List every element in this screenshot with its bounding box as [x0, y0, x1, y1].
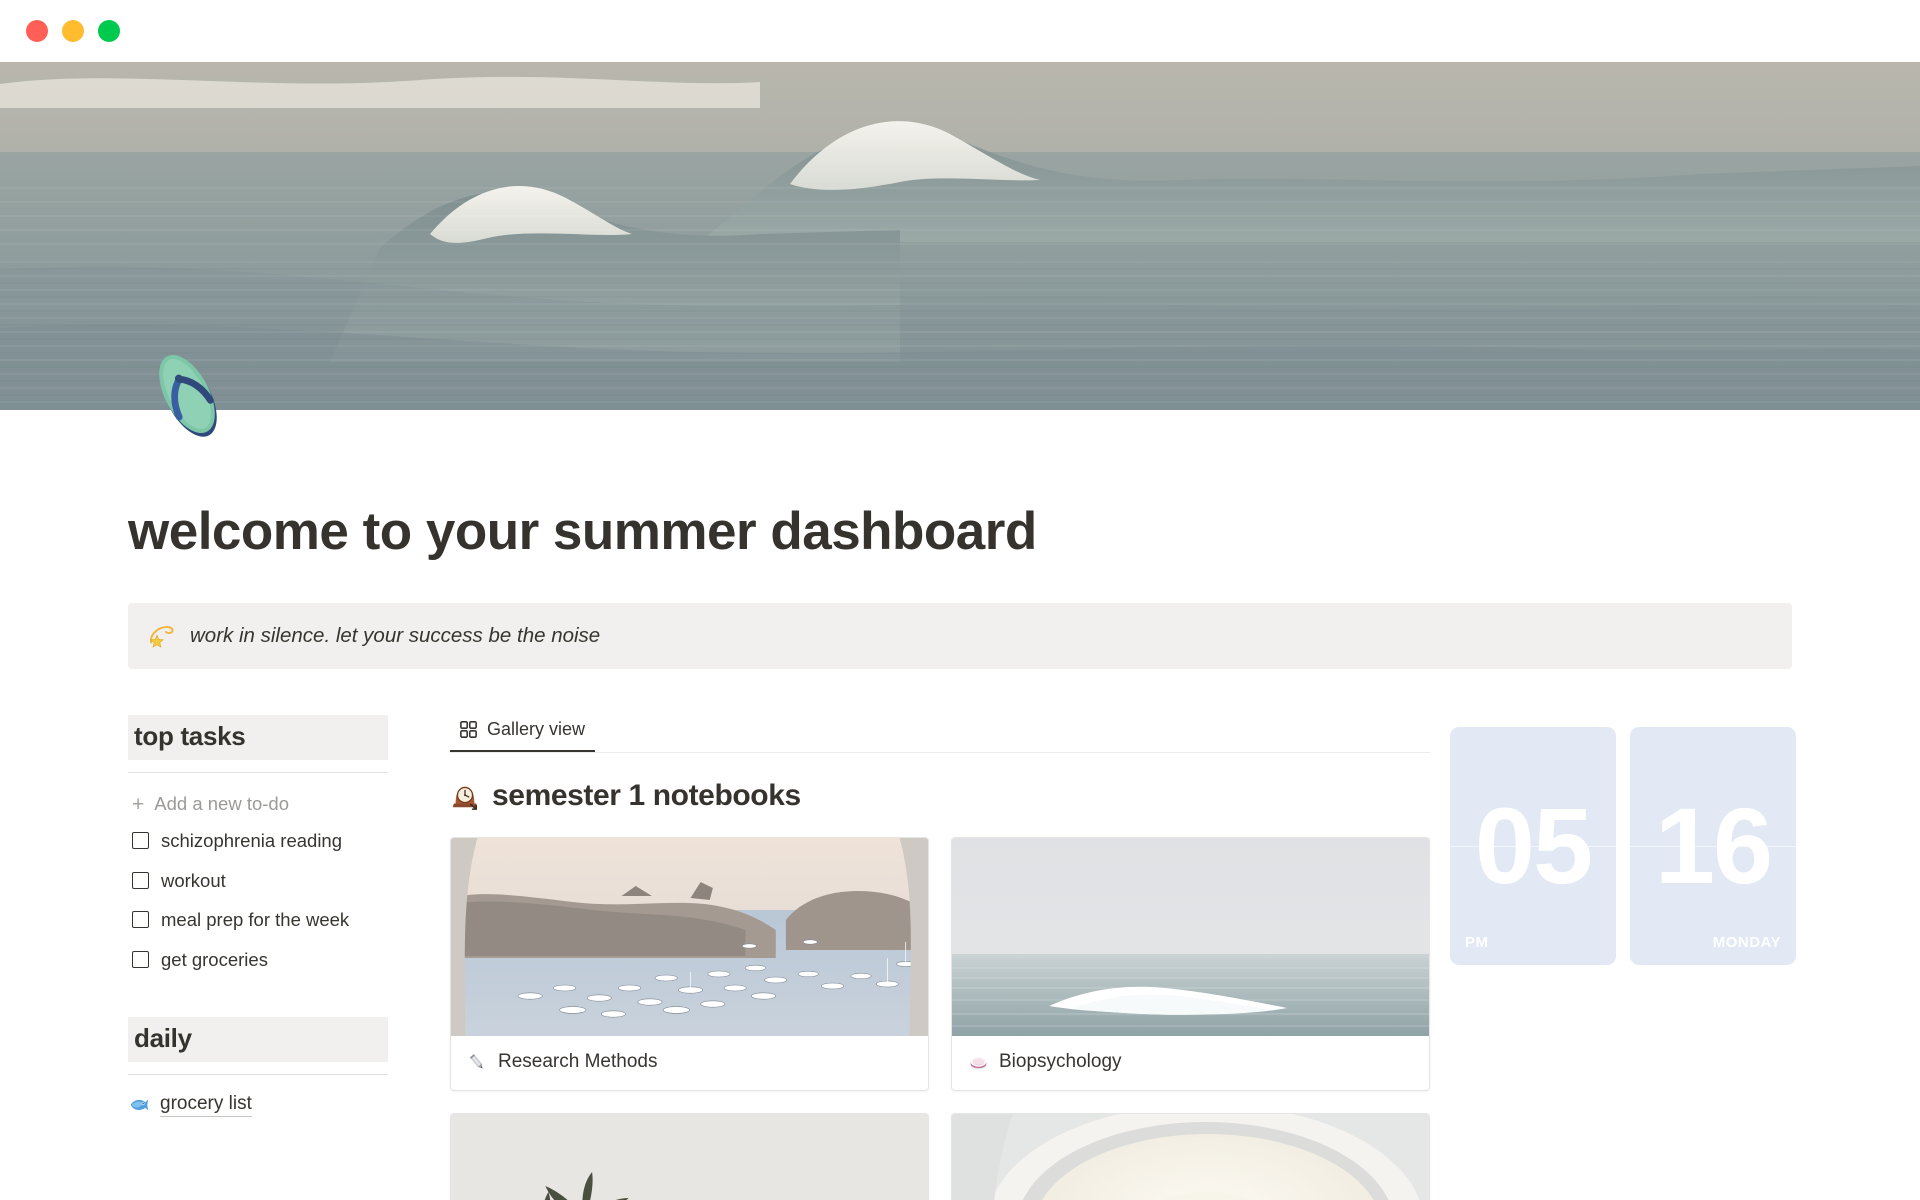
- callout-text: work in silence. let your success be the…: [190, 624, 601, 648]
- mantelpiece-clock-icon: [452, 786, 478, 811]
- white-dessert-bowl-image: [952, 1114, 1429, 1200]
- quote-callout: work in silence. let your success be the…: [128, 603, 1792, 670]
- flip-clock-widget: 05 PM 16 MONDAY: [1450, 715, 1800, 966]
- top-tasks-heading: top tasks: [128, 715, 388, 761]
- fish-icon: [130, 1099, 149, 1111]
- flip-seam: [1450, 846, 1616, 848]
- divider: [128, 1074, 388, 1076]
- clock-meridiem: PM: [1465, 934, 1489, 952]
- add-todo-label: Add a new to-do: [154, 793, 289, 815]
- database-title: semester 1 notebooks: [450, 779, 1430, 813]
- gallery-card-title: Biopsychology: [999, 1051, 1122, 1073]
- daily-link-label: grocery list: [160, 1093, 252, 1118]
- gallery-card-label: Research Methods: [451, 1036, 928, 1090]
- coastal-bay-with-boats-image: [451, 838, 928, 1037]
- page-cover-image: [0, 62, 1920, 410]
- gallery-card-title: Research Methods: [498, 1051, 658, 1073]
- plus-icon: +: [132, 792, 145, 816]
- todo-row[interactable]: workout: [128, 861, 388, 901]
- flip-flop-icon[interactable]: [135, 342, 239, 446]
- todo-row[interactable]: get groceries: [128, 940, 388, 980]
- grid-view-icon: [460, 721, 477, 739]
- daily-section: daily grocery list: [128, 1017, 388, 1118]
- todo-checkbox[interactable]: [132, 950, 149, 968]
- todo-checkbox[interactable]: [132, 911, 149, 929]
- window-close-button[interactable]: [26, 20, 48, 42]
- page-content: welcome to your summer dashboard work in…: [0, 502, 1920, 1200]
- petri-dish-icon: [970, 1057, 987, 1069]
- gallery-column: Gallery view semester 1 notebooks Resear…: [450, 715, 1430, 1200]
- gallery-card[interactable]: Research Methods: [450, 837, 929, 1092]
- top-tasks-list: + Add a new to-do schizophrenia reading …: [128, 787, 388, 979]
- divider: [128, 772, 388, 774]
- window-title-bar: [0, 0, 1920, 62]
- dizzy-star-icon: [149, 626, 174, 649]
- window-maximize-button[interactable]: [98, 20, 120, 42]
- dashboard-columns: top tasks + Add a new to-do schizophreni…: [0, 715, 1920, 1200]
- daily-link-grocery-list[interactable]: grocery list: [128, 1093, 388, 1118]
- tab-gallery-view-label: Gallery view: [487, 719, 586, 740]
- clock-hour-card: 05 PM: [1450, 727, 1616, 966]
- todo-checkbox[interactable]: [132, 832, 149, 850]
- todo-label: meal prep for the week: [161, 909, 350, 931]
- database-view-tabs: Gallery view: [450, 715, 1430, 754]
- gallery-card[interactable]: [951, 1113, 1430, 1200]
- gallery-card[interactable]: Biopsychology: [951, 837, 1430, 1092]
- palm-trees-white-sky-image: [451, 1114, 928, 1200]
- page-title: welcome to your summer dashboard: [128, 502, 1037, 561]
- todo-label: schizophrenia reading: [161, 830, 343, 852]
- tab-gallery-view[interactable]: Gallery view: [450, 715, 596, 753]
- todo-row[interactable]: meal prep for the week: [128, 900, 388, 940]
- window-minimize-button[interactable]: [62, 20, 84, 42]
- flip-seam: [1630, 846, 1796, 848]
- clock-weekday: MONDAY: [1712, 934, 1781, 952]
- daily-heading: daily: [128, 1017, 388, 1063]
- clock-date-card: 16 MONDAY: [1630, 727, 1796, 966]
- misty-ocean-wave-image: [952, 838, 1429, 1037]
- todo-checkbox[interactable]: [132, 871, 149, 889]
- todo-label: get groceries: [161, 948, 268, 970]
- add-todo-button[interactable]: + Add a new to-do: [128, 787, 388, 821]
- ocean-waves-illustration: [0, 62, 1920, 410]
- sidebar-column: top tasks + Add a new to-do schizophreni…: [128, 715, 388, 1118]
- gallery-grid: Research Methods Biopsychology: [450, 837, 1430, 1200]
- todo-row[interactable]: schizophrenia reading: [128, 821, 388, 861]
- gallery-card[interactable]: [450, 1113, 929, 1200]
- gallery-card-label: Biopsychology: [952, 1036, 1429, 1090]
- todo-label: workout: [161, 869, 226, 891]
- pencil-icon: [469, 1053, 483, 1069]
- database-title-text: semester 1 notebooks: [492, 779, 801, 813]
